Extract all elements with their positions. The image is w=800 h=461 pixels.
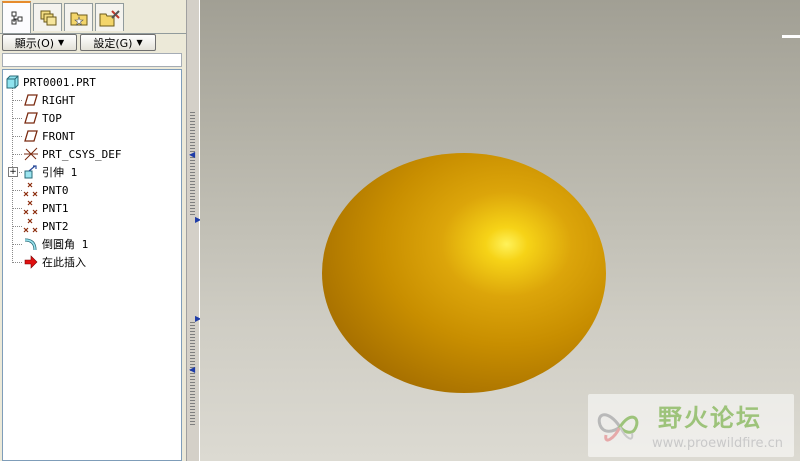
tree-item-label: RIGHT xyxy=(42,93,76,107)
navigator-panel: 顯示(O) ▼ 設定(G) ▼ PRT0001.PRT RIGHT TOP FR… xyxy=(0,0,186,461)
panel-splitter[interactable]: ◀ ▶ ▶ ◀ xyxy=(186,0,201,461)
tree-root-item[interactable]: PRT0001.PRT xyxy=(4,73,96,91)
splitter-grip[interactable] xyxy=(190,112,195,217)
tree-item-right[interactable]: RIGHT xyxy=(23,91,75,109)
insert-here-arrow-icon xyxy=(23,254,39,270)
tree-item-label: PNT2 xyxy=(42,219,69,233)
tree-item-insert-here[interactable]: 在此插入 xyxy=(23,253,86,271)
tree-item-pnt2[interactable]: PNT2 xyxy=(23,217,69,235)
part-icon xyxy=(4,74,20,90)
folder-star-icon xyxy=(70,12,87,26)
tree-item-label: 在此插入 xyxy=(42,256,86,269)
datum-point-icon xyxy=(23,218,39,234)
tree-item-front[interactable]: FRONT xyxy=(23,127,75,145)
chevron-down-icon: ▼ xyxy=(136,38,143,47)
expand-toggle[interactable]: + xyxy=(8,167,18,177)
tree-filter-bar[interactable] xyxy=(2,53,182,67)
datum-point-icon xyxy=(23,182,39,198)
datum-plane-icon xyxy=(23,92,39,108)
navigator-tab-strip xyxy=(0,0,186,34)
model-tree-icon xyxy=(11,11,22,25)
tree-item-pnt0[interactable]: PNT0 xyxy=(23,181,69,199)
tab-model-tree[interactable] xyxy=(2,1,31,33)
splitter-grip[interactable] xyxy=(190,322,195,427)
tree-item-pnt1[interactable]: PNT1 xyxy=(23,199,69,217)
tree-connector xyxy=(12,208,22,209)
tree-connector xyxy=(12,226,22,227)
datum-plane-icon xyxy=(23,128,39,144)
extrude-icon xyxy=(23,164,39,180)
round-icon xyxy=(23,236,39,252)
model-tree: PRT0001.PRT RIGHT TOP FRONT PRT_CSYS_DEF… xyxy=(2,69,182,461)
tree-connector xyxy=(12,190,22,191)
forum-watermark: 野火论坛 www.proewildfire.cn xyxy=(588,394,794,457)
tree-root-label: PRT0001.PRT xyxy=(23,75,96,89)
watermark-title: 野火论坛 xyxy=(658,404,762,432)
tree-connector xyxy=(12,136,22,137)
datum-point-icon xyxy=(23,200,39,216)
tree-item-top[interactable]: TOP xyxy=(23,109,62,127)
tree-item-label: FRONT xyxy=(42,129,76,143)
tree-item-label: PNT0 xyxy=(42,183,69,197)
tree-connector xyxy=(12,100,22,101)
chevron-down-icon: ▼ xyxy=(58,38,65,47)
layers-icon xyxy=(40,10,56,25)
datum-plane-icon xyxy=(23,110,39,126)
watermark-url: www.proewildfire.cn xyxy=(652,436,783,451)
tree-connector xyxy=(12,154,22,155)
butterfly-logo-icon xyxy=(597,413,639,442)
tree-item-extrude[interactable]: 引伸 1 xyxy=(23,163,77,181)
tree-item-label: 倒圓角 1 xyxy=(42,238,89,251)
collapse-left-icon[interactable]: ◀ xyxy=(189,365,195,374)
collapse-left-icon[interactable]: ◀ xyxy=(189,150,195,159)
settings-menu-label: 設定(G) xyxy=(93,36,133,50)
coordinate-system-icon xyxy=(23,146,39,162)
tab-tools[interactable] xyxy=(95,3,124,31)
tree-item-label: 引伸 1 xyxy=(42,166,78,179)
tree-item-label: PRT_CSYS_DEF xyxy=(42,147,122,161)
navigator-menu-row: 顯示(O) ▼ 設定(G) ▼ xyxy=(0,34,186,52)
view-indicator xyxy=(782,35,800,38)
tree-connector xyxy=(12,262,22,263)
tree-item-label: TOP xyxy=(42,111,62,125)
tab-favorites[interactable] xyxy=(64,3,93,31)
graphics-window[interactable]: 野火论坛 www.proewildfire.cn xyxy=(200,0,800,461)
folder-tools-icon xyxy=(99,9,120,26)
show-menu-button[interactable]: 顯示(O) ▼ xyxy=(2,34,77,51)
tab-layers[interactable] xyxy=(33,3,62,31)
show-menu-label: 顯示(O) xyxy=(14,36,55,50)
tree-item-round[interactable]: 倒圓角 1 xyxy=(23,235,88,253)
rounded-solid-model[interactable] xyxy=(322,153,606,393)
tree-item-label: PNT1 xyxy=(42,201,69,215)
settings-menu-button[interactable]: 設定(G) ▼ xyxy=(80,34,156,51)
tree-item-csys[interactable]: PRT_CSYS_DEF xyxy=(23,145,121,163)
tree-connector xyxy=(12,244,22,245)
tree-connector xyxy=(12,118,22,119)
